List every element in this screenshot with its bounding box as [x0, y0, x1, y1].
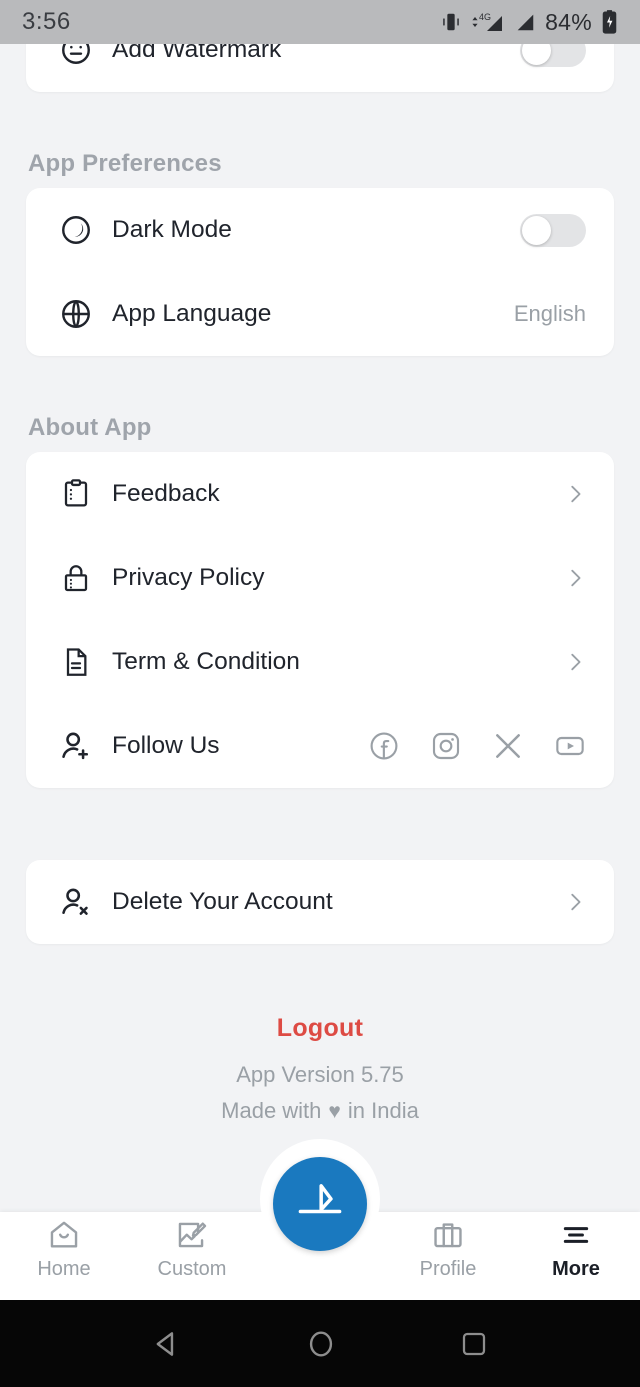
- instagram-icon[interactable]: [430, 730, 462, 762]
- row-follow-us[interactable]: Follow Us: [26, 704, 614, 788]
- made-suffix: in India: [347, 1098, 419, 1123]
- row-control[interactable]: [564, 483, 586, 505]
- row-control[interactable]: [564, 651, 586, 673]
- nav-item-home[interactable]: Home: [0, 1212, 128, 1281]
- status-bar-time: 3:56: [22, 8, 71, 35]
- signal-icon: [517, 14, 534, 31]
- row-control[interactable]: English: [514, 301, 586, 327]
- app-screen: Add Watermark App Preferences Dark Mode: [0, 0, 640, 1387]
- nav-item-custom[interactable]: Custom: [128, 1212, 256, 1281]
- delete-account-card: Delete Your Account: [26, 860, 614, 944]
- sailboat-icon: [298, 1184, 342, 1214]
- row-control[interactable]: [564, 567, 586, 589]
- person-remove-icon: [54, 885, 98, 919]
- nav-label: Home: [37, 1258, 91, 1280]
- android-system-nav: [0, 1300, 640, 1387]
- row-term-condition[interactable]: Term & Condition: [26, 620, 614, 704]
- vibrate-icon: [443, 13, 459, 31]
- row-control[interactable]: [520, 213, 586, 247]
- nav-label: More: [552, 1258, 600, 1280]
- svg-text:4G: 4G: [479, 12, 491, 22]
- heart-icon: ♥: [328, 1099, 341, 1123]
- row-label: Dark Mode: [112, 216, 232, 243]
- chevron-right-icon: [571, 485, 581, 503]
- hamburger-icon: [563, 1227, 589, 1243]
- made-with-love-label: Made with ♥ in India: [0, 1098, 640, 1124]
- briefcase-icon: [434, 1223, 462, 1248]
- clipboard-icon: [54, 478, 98, 510]
- row-label: Term & Condition: [112, 648, 300, 675]
- status-bar-icons: 4G 84%: [440, 9, 618, 36]
- person-add-icon: [54, 729, 98, 763]
- nav-label: Profile: [419, 1258, 477, 1280]
- nav-item-more[interactable]: More: [512, 1212, 640, 1281]
- image-edit-icon: [178, 1222, 207, 1248]
- row-label: Follow Us: [112, 732, 220, 759]
- signal-4g-icon: 4G: [472, 12, 503, 31]
- row-control[interactable]: [564, 891, 586, 913]
- x-twitter-icon[interactable]: [492, 730, 524, 762]
- row-label: Delete Your Account: [112, 888, 333, 915]
- chevron-right-icon: [571, 569, 581, 587]
- document-icon: [54, 646, 98, 678]
- section-title-about-app: About App: [28, 414, 152, 441]
- back-triangle-icon[interactable]: [150, 1327, 184, 1361]
- app-version-label: App Version 5.75: [236, 1062, 404, 1087]
- logout-button[interactable]: Logout: [0, 1014, 640, 1043]
- battery-percent-label: 84%: [545, 8, 592, 35]
- toggle-knob: [522, 215, 551, 245]
- battery-charging-icon: [602, 10, 617, 34]
- row-privacy-policy[interactable]: Privacy Policy: [26, 536, 614, 620]
- lock-icon: [54, 562, 98, 594]
- row-feedback[interactable]: Feedback: [26, 452, 614, 536]
- app-language-value: English: [513, 301, 586, 326]
- footer: Logout App Version 5.75 Made with ♥ in I…: [0, 1014, 640, 1124]
- my-business-fab-button[interactable]: [273, 1157, 367, 1251]
- row-label: Feedback: [112, 480, 220, 507]
- recents-square-icon[interactable]: [458, 1328, 490, 1360]
- globe-icon: [54, 297, 98, 331]
- status-bar: 3:56 4G 84%: [0, 0, 640, 44]
- nav-item-profile[interactable]: Profile: [384, 1212, 512, 1281]
- row-app-language[interactable]: App Language English: [26, 272, 614, 356]
- made-prefix: Made with: [221, 1098, 322, 1123]
- home-circle-icon[interactable]: [304, 1327, 338, 1361]
- about-app-card: Feedback Privacy Policy Term & Condition…: [26, 452, 614, 788]
- chevron-right-icon: [571, 653, 581, 671]
- row-label: Privacy Policy: [112, 564, 265, 591]
- row-delete-account[interactable]: Delete Your Account: [26, 860, 614, 944]
- settings-scroll-area[interactable]: Add Watermark App Preferences Dark Mode: [0, 8, 640, 1216]
- section-title-app-preferences: App Preferences: [28, 150, 222, 177]
- dark-mode-toggle[interactable]: [520, 213, 586, 247]
- app-preferences-card: Dark Mode App Language English: [26, 188, 614, 356]
- nav-label: Custom: [157, 1258, 227, 1280]
- facebook-icon[interactable]: [368, 730, 400, 762]
- row-dark-mode[interactable]: Dark Mode: [26, 188, 614, 272]
- row-label: App Language: [112, 300, 272, 327]
- youtube-icon[interactable]: [554, 730, 586, 762]
- chevron-right-icon: [571, 893, 581, 911]
- moon-icon: [54, 213, 98, 247]
- home-icon: [50, 1221, 78, 1248]
- social-links[interactable]: [368, 730, 586, 762]
